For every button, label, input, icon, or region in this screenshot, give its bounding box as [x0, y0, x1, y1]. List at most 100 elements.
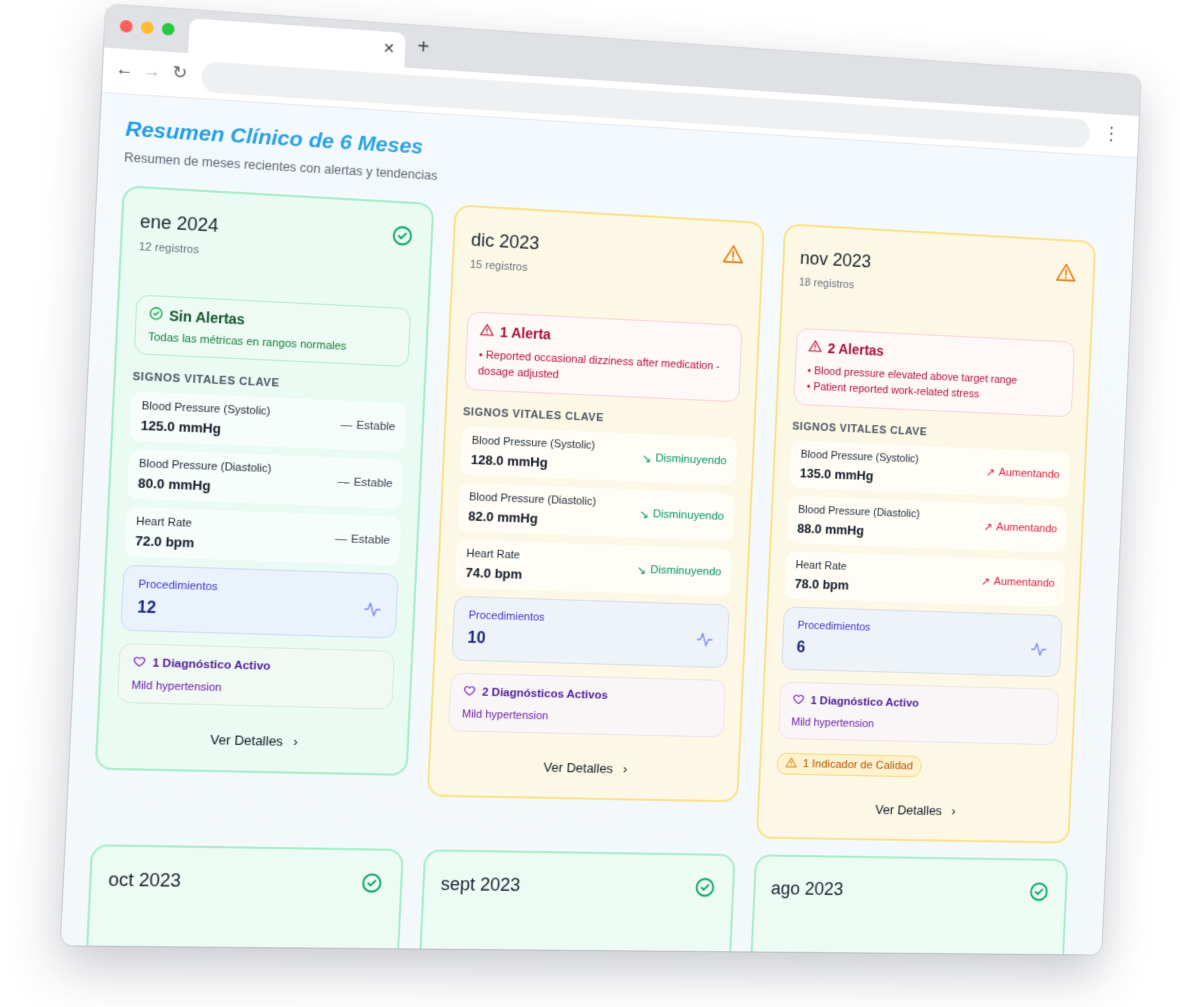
- close-window-button[interactable]: [119, 19, 133, 33]
- quality-indicator-badge: 1 Indicador de Calidad: [776, 752, 922, 778]
- vital-name: Blood Pressure (Diastolic): [138, 457, 272, 476]
- month-card: oct 2023: [85, 844, 404, 955]
- vital-name: Blood Pressure (Systolic): [471, 434, 596, 452]
- alert-list: • Blood pressure elevated above target r…: [806, 363, 1061, 406]
- heart-icon: [132, 655, 146, 672]
- procedures-count: 10: [467, 629, 486, 648]
- reload-icon[interactable]: ↻: [172, 62, 188, 83]
- diagnosis-box: 1 Diagnóstico Activo Mild hypertension: [116, 643, 395, 710]
- minimize-window-button[interactable]: [140, 21, 154, 35]
- chevron-right-icon: ›: [622, 761, 628, 777]
- vital-value: 135.0 mmHg: [799, 465, 874, 484]
- view-details-label: Ver Detalles: [875, 802, 943, 819]
- forward-arrow-icon[interactable]: →: [143, 60, 162, 82]
- heart-icon: [463, 684, 477, 700]
- card-month: ene 2024: [139, 211, 220, 236]
- vital-row: Heart Rate 72.0 bpm — Estable: [123, 506, 402, 566]
- diagnosis-text: Mild hypertension: [790, 716, 875, 731]
- diagnosis-box: 2 Diagnósticos Activos Mild hypertension: [448, 672, 727, 738]
- trend-indicator: — Estable: [337, 475, 393, 491]
- maximize-window-button[interactable]: [161, 22, 175, 36]
- warning-triangle-icon: [480, 323, 495, 340]
- procedures-label: Procedimientos: [138, 578, 218, 594]
- dash-icon: —: [334, 532, 348, 546]
- vitals-section-label: SIGNOS VITALES CLAVE: [792, 420, 928, 439]
- vital-row: Blood Pressure (Systolic) 128.0 mmHg ↘ Di…: [460, 426, 738, 486]
- tab-close-icon[interactable]: ✕: [383, 40, 396, 58]
- procedures-count: 12: [136, 599, 157, 618]
- card-month: sept 2023: [440, 873, 521, 896]
- month-card: ene 2024 12 registros Sin Alertas Todas …: [94, 185, 435, 776]
- view-details-label: Ver Detalles: [543, 759, 614, 777]
- dash-icon: —: [340, 418, 353, 432]
- trend-indicator: — Estable: [340, 418, 396, 434]
- trending-down-icon: ↘: [639, 508, 650, 522]
- vitals-section-label: SIGNOS VITALES CLAVE: [132, 370, 280, 390]
- vital-name: Heart Rate: [135, 515, 193, 530]
- trending-up-icon: ↗: [983, 521, 993, 534]
- procedures-box: Procedimientos 6: [781, 606, 1063, 678]
- chevron-right-icon: ›: [292, 733, 299, 750]
- vital-row: Heart Rate 74.0 bpm ↘ Disminuyendo: [454, 539, 733, 597]
- alert-title: Sin Alertas: [168, 307, 246, 328]
- alert-box: 2 Alertas • Blood pressure elevated abov…: [793, 327, 1076, 418]
- vital-value: 78.0 bpm: [794, 575, 850, 593]
- diagnosis-title: 2 Diagnósticos Activos: [481, 686, 609, 702]
- procedures-box: Procedimientos 12: [120, 564, 399, 639]
- check-circle-icon: [392, 225, 414, 251]
- trending-down-icon: ↘: [636, 564, 647, 577]
- check-circle-icon: [361, 873, 383, 899]
- vital-value: 82.0 mmHg: [467, 508, 539, 526]
- trend-indicator: ↗ Aumentando: [980, 575, 1056, 590]
- vital-name: Heart Rate: [795, 559, 847, 573]
- month-card: nov 2023 18 registros 2 Alertas • Blood …: [755, 223, 1097, 844]
- alert-box: Sin Alertas Todas las métricas en rangos…: [133, 294, 412, 368]
- check-circle-icon: [149, 306, 163, 323]
- warning-triangle-icon: [1055, 262, 1077, 287]
- diagnosis-text: Mild hypertension: [461, 708, 549, 723]
- vital-value: 125.0 mmHg: [140, 417, 222, 437]
- vital-value: 128.0 mmHg: [470, 451, 548, 471]
- view-details-button[interactable]: Ver Detalles ›: [115, 730, 391, 751]
- chevron-right-icon: ›: [951, 803, 956, 819]
- vital-name: Blood Pressure (Diastolic): [797, 503, 920, 521]
- check-circle-icon: [695, 877, 716, 902]
- trending-down-icon: ↘: [641, 452, 652, 466]
- month-cards-grid: ene 2024 12 registros Sin Alertas Todas …: [92, 185, 1117, 844]
- vitals-section-label: SIGNOS VITALES CLAVE: [462, 405, 605, 425]
- procedures-label: Procedimientos: [797, 619, 871, 634]
- vital-row: Blood Pressure (Systolic) 135.0 mmHg ↗ Au…: [789, 440, 1071, 499]
- alert-title: 2 Alertas: [827, 340, 885, 359]
- trend-indicator: ↘ Disminuyendo: [639, 508, 725, 523]
- heart-icon: [792, 693, 805, 709]
- trend-indicator: — Estable: [334, 532, 391, 548]
- view-details-button[interactable]: Ver Detalles ›: [774, 800, 1054, 820]
- procedures-count: 6: [796, 639, 806, 657]
- stage: ✕ + ← → ↻ ⋮ Resumen Clínico de 6 Meses R…: [0, 0, 1180, 1007]
- vital-value: 74.0 bpm: [465, 564, 523, 582]
- vital-name: Blood Pressure (Diastolic): [468, 491, 597, 509]
- new-tab-button[interactable]: +: [417, 36, 430, 60]
- back-arrow-icon[interactable]: ←: [115, 59, 134, 81]
- vital-row: Blood Pressure (Diastolic) 82.0 mmHg ↘ Di…: [457, 482, 735, 542]
- view-details-button[interactable]: Ver Detalles ›: [446, 758, 722, 779]
- check-circle-icon: [1029, 882, 1049, 907]
- diagnosis-title: 1 Diagnóstico Activo: [152, 657, 271, 673]
- trend-indicator: ↗ Aumentando: [983, 521, 1058, 536]
- alert-subtitle: Todas las métricas en rangos normales: [147, 331, 347, 353]
- alert-item: • Reported occasional dizziness after me…: [477, 349, 721, 382]
- month-card: dic 2023 15 registros 1 Alerta • Reporte…: [426, 204, 765, 803]
- vital-row: Blood Pressure (Systolic) 125.0 mmHg — Es…: [129, 391, 407, 453]
- window-controls: [119, 19, 175, 36]
- next-month-cards: oct 2023 sept 2023 ago 2023: [85, 844, 1089, 955]
- browser-menu-icon[interactable]: ⋮: [1103, 123, 1121, 144]
- vital-value: 88.0 mmHg: [796, 520, 865, 538]
- card-month: ago 2023: [770, 878, 844, 900]
- diagnosis-title: 1 Diagnóstico Activo: [810, 695, 920, 710]
- activity-icon: [1030, 640, 1048, 663]
- warning-triangle-icon: [722, 244, 745, 270]
- vital-value: 80.0 mmHg: [137, 475, 211, 494]
- activity-icon: [363, 600, 382, 624]
- activity-icon: [695, 630, 714, 653]
- quality-label: 1 Indicador de Calidad: [802, 758, 914, 773]
